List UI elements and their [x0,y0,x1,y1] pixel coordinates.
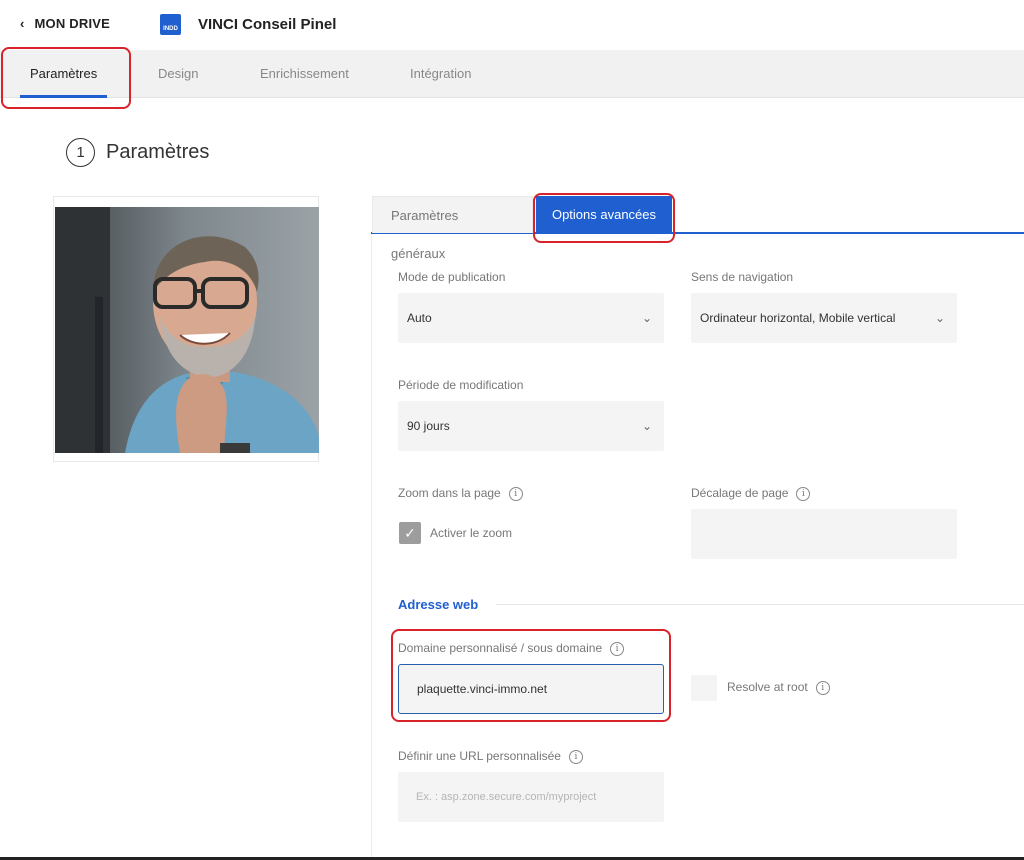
zoom-label-text: Zoom dans la page [398,486,501,500]
modification-period-select[interactable]: 90 jours ⌄ [398,401,664,451]
cover-photo [55,207,319,453]
chevron-down-icon: ⌄ [641,311,652,325]
custom-domain-input[interactable]: plaquette.vinci-immo.net [398,664,664,714]
tab-integration[interactable]: Intégration [400,50,481,98]
info-icon[interactable]: i [610,641,625,656]
main-tabs: Paramètres Design Enrichissement Intégra… [0,50,1024,98]
chevron-down-icon: ⌄ [641,419,652,433]
document-title: VINCI Conseil Pinel [198,16,337,33]
tab-options-avancees[interactable]: Options avancées [536,196,672,233]
tab-parametres-generaux[interactable]: Paramètres généraux [372,196,533,261]
indesign-file-icon: INDD [160,14,181,35]
zoom-checkbox-label: Activer le zoom [430,526,513,540]
publication-mode-label: Mode de publication [398,270,506,284]
navigation-select[interactable]: Ordinateur horizontal, Mobile vertical ⌄ [691,293,957,343]
custom-url-label: Définir une URL personnalisée i [398,749,583,764]
portrait-illustration [55,207,319,453]
back-to-drive-link[interactable]: ‹ MON DRIVE [20,16,110,31]
chevron-left-icon: ‹ [20,16,25,31]
zoom-label: Zoom dans la page i [398,486,523,501]
publication-mode-select[interactable]: Auto ⌄ [398,293,664,343]
section-title: Paramètres [106,141,210,163]
custom-domain-label-text: Domaine personnalisé / sous domaine [398,641,603,655]
custom-domain-label: Domaine personnalisé / sous domaine i [398,641,625,656]
navigation-value: Ordinateur horizontal, Mobile vertical [700,311,896,325]
tab-enrichissement[interactable]: Enrichissement [250,50,359,98]
page-offset-label: Décalage de page i [691,486,811,501]
settings-tabs: Paramètres généraux Options avancées [371,196,1024,261]
info-icon[interactable]: i [796,486,811,501]
cover-preview-card [53,196,319,462]
info-icon[interactable]: i [815,680,830,695]
resolve-at-root-label: Resolve at root i [727,680,830,695]
step-number: 1 [66,138,95,167]
publication-mode-value: Auto [407,311,432,325]
navigation-label: Sens de navigation [691,270,794,284]
custom-url-input[interactable]: Ex. : asp.zone.secure.com/myproject [398,772,664,822]
file-icon-text: INDD [163,26,178,32]
tab-design[interactable]: Design [148,50,208,98]
chevron-down-icon: ⌄ [934,311,945,325]
resolve-at-root-checkbox[interactable] [691,675,717,701]
custom-url-label-text: Définir une URL personnalisée [398,749,561,763]
zoom-checkbox[interactable]: ✓ [399,522,421,544]
info-icon[interactable]: i [508,486,523,501]
back-label: MON DRIVE [34,16,111,31]
page-offset-label-text: Décalage de page [691,486,789,500]
top-bar: ‹ MON DRIVE INDD VINCI Conseil Pinel [0,0,1024,50]
section-divider [496,604,1024,605]
tab-parametres[interactable]: Paramètres [20,50,108,98]
info-icon[interactable]: i [568,749,583,764]
page-offset-input[interactable] [691,509,957,559]
modification-period-label: Période de modification [398,378,524,392]
web-address-title: Adresse web [398,597,479,612]
modification-period-value: 90 jours [407,419,450,433]
resolve-at-root-label-text: Resolve at root [727,680,808,694]
